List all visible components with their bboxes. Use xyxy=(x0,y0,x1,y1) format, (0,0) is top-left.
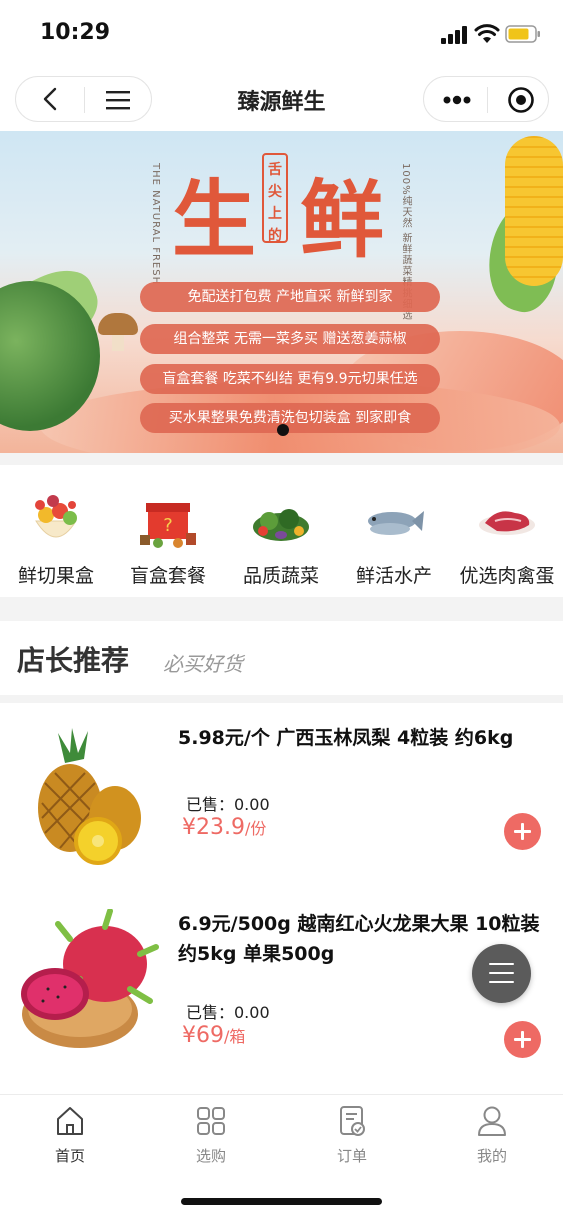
category-label: 鲜切果盒 xyxy=(17,565,94,587)
product-card[interactable]: 5.98元/个 广西玉林凤梨 4粒装 约6kg 已售：0.00 ¥23.9/份 xyxy=(0,703,563,889)
svg-text:?: ? xyxy=(163,515,173,536)
nav-right-capsule xyxy=(423,76,549,122)
banner-side-text: THE NATURAL FRESH xyxy=(150,163,161,286)
category-label: 品质蔬菜 xyxy=(242,565,319,587)
product-price: ¥69/箱 xyxy=(182,1023,245,1048)
price-value: ¥69 xyxy=(182,1023,224,1048)
tab-label: 首页 xyxy=(54,1147,85,1165)
tab-label: 订单 xyxy=(336,1147,367,1165)
price-value: ¥23.9 xyxy=(182,815,245,840)
price-unit: /箱 xyxy=(224,1027,246,1046)
corn-decoration xyxy=(505,136,563,286)
category-label: 盲盒套餐 xyxy=(129,565,206,587)
fish-icon xyxy=(368,511,424,535)
status-time: 10:29 xyxy=(40,20,111,45)
section-divider xyxy=(0,695,563,703)
more-icon[interactable] xyxy=(442,91,472,109)
category-label: 鲜活水产 xyxy=(355,565,432,587)
grid-icon xyxy=(197,1107,225,1135)
carousel-dot[interactable] xyxy=(277,424,289,436)
recommend-header: 店长推荐 必买好货 xyxy=(0,621,563,695)
mushroom-decoration xyxy=(98,313,138,335)
add-to-cart-button[interactable] xyxy=(504,813,541,850)
product-sold-count: 已售：0.00 xyxy=(186,795,270,814)
banner-headline-char: 生 xyxy=(172,170,257,269)
product-price: ¥23.9/份 xyxy=(182,815,266,840)
category-grid: 鲜切果盒 ? 盲盒套餐 品质蔬菜 鲜活水产 优选肉禽蛋 xyxy=(0,465,563,597)
status-bar: 10:29 xyxy=(0,0,563,70)
promo-banner[interactable]: THE NATURAL FRESH 生 舌尖上的 鲜 100%纯天然 新鲜蔬菜精… xyxy=(0,131,563,453)
nav-bar: 臻源鲜生 xyxy=(0,70,563,130)
vegetable-icon xyxy=(253,509,309,541)
battery-icon xyxy=(505,25,540,43)
section-divider xyxy=(0,597,563,621)
category-item-fruit-box[interactable]: 鲜切果盒 xyxy=(0,465,112,597)
recommend-title: 店长推荐 xyxy=(17,644,130,677)
tab-label: 选购 xyxy=(195,1147,226,1165)
wifi-icon xyxy=(474,24,500,43)
fruit-box-icon xyxy=(35,495,77,538)
banner-seal: 舌尖上的 xyxy=(262,153,288,244)
pineapple-image xyxy=(38,728,141,865)
tab-orders[interactable]: 订单 xyxy=(282,1105,422,1175)
category-label: 优选肉禽蛋 xyxy=(459,565,555,587)
banner-promo-line: 盲盒套餐 吃菜不纠结 更有9.9元切果任选 xyxy=(140,364,440,394)
add-to-cart-button[interactable] xyxy=(504,1021,541,1058)
order-icon xyxy=(340,1106,365,1136)
tab-shop[interactable]: 选购 xyxy=(141,1105,281,1175)
banner-headline-char: 鲜 xyxy=(300,170,385,269)
close-target-icon[interactable] xyxy=(507,86,535,114)
tab-label: 我的 xyxy=(476,1147,507,1165)
category-item-vegetables[interactable]: 品质蔬菜 xyxy=(225,465,337,597)
category-item-blind-box[interactable]: ? 盲盒套餐 xyxy=(112,465,224,597)
banner-promo-line: 买水果整果免费清洗包切装盒 到家即食 xyxy=(140,403,440,433)
product-sold-count: 已售：0.00 xyxy=(186,1003,270,1022)
user-icon xyxy=(478,1106,506,1136)
meat-icon xyxy=(479,511,535,535)
category-item-seafood[interactable]: 鲜活水产 xyxy=(338,465,450,597)
banner-promo-line: 免配送打包费 产地直采 新鲜到家 xyxy=(140,282,440,312)
tab-home[interactable]: 首页 xyxy=(0,1105,140,1175)
home-icon xyxy=(57,1107,83,1135)
tab-profile[interactable]: 我的 xyxy=(422,1105,562,1175)
category-item-meat[interactable]: 优选肉禽蛋 xyxy=(451,465,563,597)
section-divider xyxy=(0,453,563,465)
price-unit: /份 xyxy=(244,819,267,838)
home-indicator xyxy=(181,1198,382,1205)
dragon-fruit-image xyxy=(21,909,159,1048)
signal-icon xyxy=(441,26,469,44)
floating-menu-button[interactable] xyxy=(472,944,531,1003)
banner-promo-line: 组合整菜 无需一菜多买 赠送葱姜蒜椒 xyxy=(140,324,440,354)
gift-box-icon: ? xyxy=(140,503,196,548)
product-name: 5.98元/个 广西玉林凤梨 4粒装 约6kg xyxy=(178,727,514,749)
recommend-subtitle: 必买好货 xyxy=(163,652,243,676)
capsule-divider xyxy=(487,87,488,113)
